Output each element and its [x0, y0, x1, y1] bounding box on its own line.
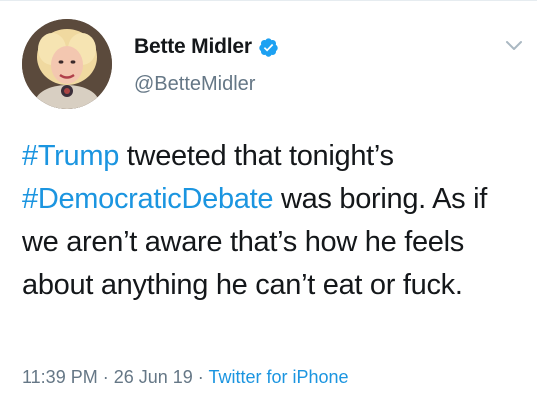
avatar[interactable] [22, 19, 112, 109]
hashtag-link[interactable]: #Trump [22, 140, 119, 172]
author-display-name[interactable]: Bette Midler [134, 35, 252, 59]
verified-badge-icon [258, 37, 279, 58]
author-handle[interactable]: @BetteMidler [134, 73, 255, 96]
tweet-time[interactable]: 11:39 PM [22, 367, 98, 387]
meta-separator: · [192, 367, 209, 387]
tweet-date[interactable]: 26 Jun 19 [114, 367, 193, 387]
tweet-meta: 11:39 PM · 26 Jun 19 · Twitter for iPhon… [22, 367, 349, 388]
tweet-text: #Trump tweeted that tonight’s #Democrati… [22, 135, 527, 307]
meta-separator: · [97, 367, 114, 387]
tweet-source-link[interactable]: Twitter for iPhone [208, 367, 348, 387]
chevron-down-icon[interactable] [505, 39, 523, 51]
tweet-text-segment: tweeted that tonight’s [119, 140, 394, 172]
hashtag-link[interactable]: #DemocraticDebate [22, 183, 273, 215]
author-name-row[interactable]: Bette Midler [134, 35, 279, 59]
tweet-card: Bette Midler @BetteMidler #Trump tweeted… [0, 0, 537, 413]
avatar-photo [22, 19, 112, 109]
